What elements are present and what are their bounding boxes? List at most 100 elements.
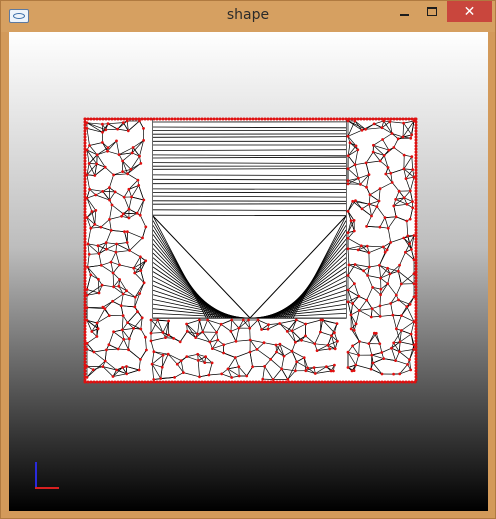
mesh-vertex xyxy=(108,218,111,221)
border-vertex xyxy=(414,300,418,304)
border-vertex xyxy=(200,117,204,121)
border-vertex xyxy=(414,291,418,295)
border-vertex xyxy=(110,117,114,121)
mesh-vertex xyxy=(132,327,135,330)
mesh-vertex xyxy=(369,315,373,319)
mesh-vertex xyxy=(136,178,140,182)
mesh-vertex xyxy=(354,199,357,203)
border-vertex xyxy=(155,117,159,121)
border-vertex xyxy=(414,171,418,175)
border-vertex xyxy=(368,117,372,121)
mesh-vertex xyxy=(160,365,164,369)
border-vertex xyxy=(251,380,255,384)
mesh-vertex xyxy=(103,359,107,363)
border-vertex xyxy=(134,117,138,121)
border-vertex xyxy=(353,380,357,384)
mesh-vertex xyxy=(377,199,381,203)
border-vertex xyxy=(143,380,147,384)
mesh-vertex xyxy=(237,374,241,378)
border-vertex xyxy=(414,234,418,238)
mesh-vertex xyxy=(94,209,98,212)
border-vertex xyxy=(83,228,87,232)
mesh-vertex xyxy=(118,278,121,281)
border-vertex xyxy=(414,135,418,139)
mesh-vertex xyxy=(97,291,101,295)
mesh-vertex xyxy=(101,130,104,134)
border-vertex xyxy=(227,117,231,121)
mesh-vertex xyxy=(138,213,142,217)
maximize-button[interactable] xyxy=(419,1,445,22)
mesh-vertex xyxy=(411,168,415,172)
border-vertex xyxy=(326,380,330,384)
gl-viewport[interactable] xyxy=(9,32,488,511)
border-vertex xyxy=(197,380,201,384)
mesh-vertex xyxy=(400,329,403,332)
border-vertex xyxy=(290,117,294,121)
mesh-vertex xyxy=(115,242,118,246)
mesh-vertex xyxy=(282,354,286,358)
border-vertex xyxy=(414,297,418,301)
border-vertex xyxy=(414,243,418,247)
border-vertex xyxy=(89,380,93,384)
mesh-vertex xyxy=(95,153,99,157)
mesh-vertex xyxy=(104,128,108,132)
border-vertex xyxy=(320,117,324,121)
border-vertex xyxy=(302,380,306,384)
border-vertex xyxy=(83,198,87,202)
mesh-vertex xyxy=(274,343,278,347)
border-vertex xyxy=(414,369,418,373)
border-vertex xyxy=(212,380,216,384)
minimize-button[interactable] xyxy=(391,1,417,22)
border-vertex xyxy=(414,228,418,232)
mesh-vertex xyxy=(357,294,361,298)
mesh-vertex xyxy=(271,378,275,381)
mesh-vertex xyxy=(132,266,136,270)
mesh-vertex xyxy=(346,300,350,304)
border-vertex xyxy=(239,380,243,384)
mesh-vertex xyxy=(139,358,142,361)
mesh-vertex xyxy=(233,356,237,359)
close-button[interactable]: ✕ xyxy=(447,1,492,22)
mesh-vertex xyxy=(353,263,357,266)
border-vertex xyxy=(86,380,90,384)
border-vertex xyxy=(414,210,418,214)
mesh-vertex xyxy=(353,282,356,285)
border-vertex xyxy=(203,380,207,384)
mesh-vertex xyxy=(325,365,328,369)
border-vertex xyxy=(209,117,213,121)
border-vertex xyxy=(350,117,354,121)
mesh-vertex xyxy=(375,205,379,209)
mesh-vertex xyxy=(121,292,125,296)
border-vertex xyxy=(191,117,195,121)
mesh-vertex xyxy=(367,265,371,269)
border-vertex xyxy=(86,117,90,121)
border-vertex xyxy=(359,117,363,121)
mesh-vertex xyxy=(290,329,294,333)
mesh-vertex xyxy=(386,166,390,169)
title-bar[interactable]: shape ✕ xyxy=(1,1,495,32)
border-vertex xyxy=(83,207,87,211)
mesh-vertex xyxy=(108,186,111,190)
border-vertex xyxy=(377,380,381,384)
border-vertex xyxy=(161,117,165,121)
mesh-vertex xyxy=(385,248,389,252)
border-vertex xyxy=(242,380,246,384)
border-vertex xyxy=(95,117,99,121)
mesh-vertex xyxy=(137,368,141,372)
mesh-vertex xyxy=(201,330,205,334)
border-vertex xyxy=(414,117,418,121)
mesh-vertex xyxy=(380,351,384,354)
mesh-vertex xyxy=(402,153,406,157)
border-vertex xyxy=(83,117,87,121)
mesh-vertex xyxy=(142,198,146,202)
mesh-vertex xyxy=(97,252,101,256)
border-vertex xyxy=(365,117,369,121)
border-vertex xyxy=(308,380,312,384)
mesh-vertex xyxy=(115,139,118,143)
strip-line xyxy=(152,214,347,217)
border-vertex xyxy=(414,285,418,289)
mesh-vertex xyxy=(133,305,137,309)
mesh-vertex xyxy=(130,195,133,199)
border-vertex xyxy=(83,303,87,307)
mesh-vertex xyxy=(138,154,141,158)
